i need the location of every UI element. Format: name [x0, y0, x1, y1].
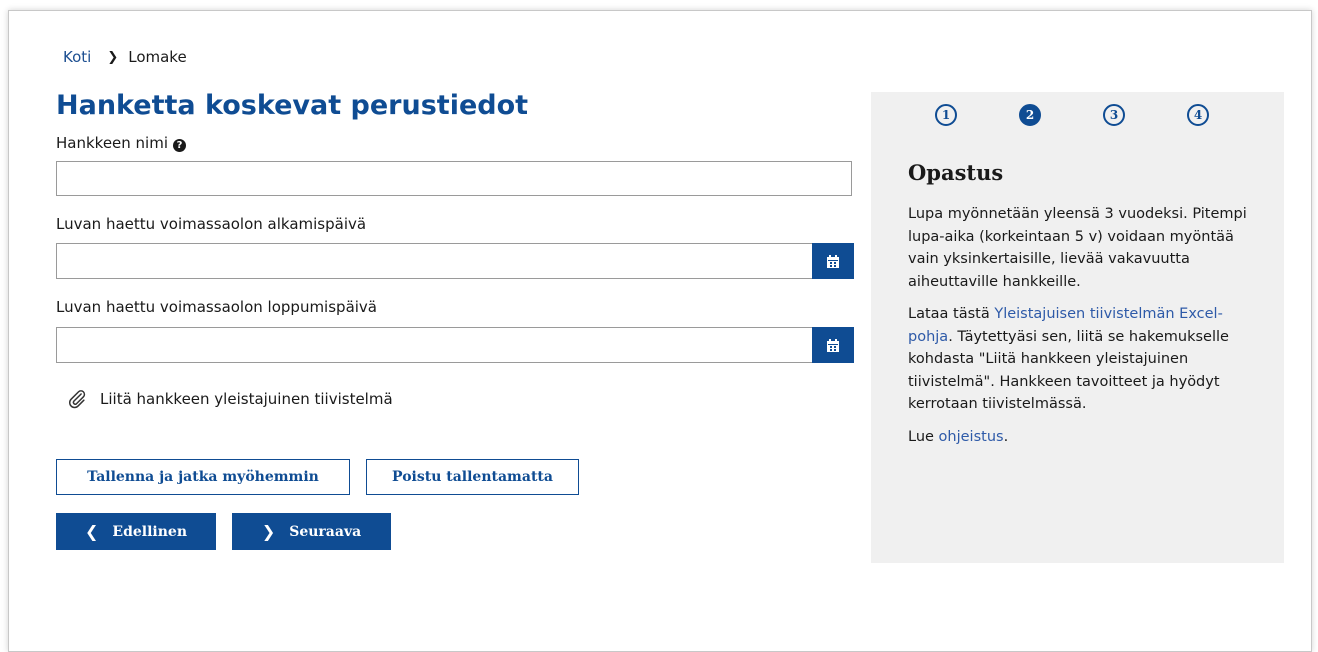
end-date-calendar-button[interactable]	[812, 327, 854, 363]
paperclip-icon	[68, 390, 86, 409]
breadcrumb-current: Lomake	[128, 48, 187, 66]
start-date-field	[56, 243, 854, 279]
end-date-label: Luvan haettu voimassaolon loppumispäivä	[56, 298, 377, 316]
breadcrumb: Koti ❯ Lomake	[63, 48, 187, 66]
start-date-input[interactable]	[56, 243, 812, 279]
step-2-current: 2	[1019, 104, 1041, 126]
step-indicator: 1 2 3 4	[935, 104, 1271, 126]
guide-body: Lupa myönnetään yleensä 3 vuodeksi. Pite…	[908, 203, 1248, 458]
attach-summary-label: Liitä hankkeen yleistajuinen tiivistelmä	[100, 390, 393, 408]
project-name-input[interactable]	[56, 161, 852, 196]
guide-paragraph-2: Lataa tästä Yleistajuisen tiivistelmän E…	[908, 303, 1248, 416]
end-date-input[interactable]	[56, 327, 812, 363]
attach-summary-link[interactable]: Liitä hankkeen yleistajuinen tiivistelmä	[66, 388, 393, 410]
guide-paragraph-3-prefix: Lue	[908, 428, 939, 445]
guide-panel: 1 2 3 4 Opastus Lupa myönnetään yleensä …	[871, 92, 1284, 563]
end-date-field	[56, 327, 854, 363]
chevron-right-icon: ❯	[261, 522, 276, 541]
guide-paragraph-2-suffix: . Täytettyäsi sen, liitä se hakemukselle…	[908, 328, 1229, 413]
start-date-calendar-button[interactable]	[812, 243, 854, 279]
guide-paragraph-2-prefix: Lataa tästä	[908, 306, 995, 322]
project-name-label-text: Hankkeen nimi	[56, 134, 169, 152]
exit-without-saving-button[interactable]: Poistu tallentamatta	[366, 459, 579, 495]
next-button-label: Seuraava	[289, 523, 362, 540]
page-title: Hanketta koskevat perustiedot	[56, 90, 529, 121]
guide-paragraph-1: Lupa myönnetään yleensä 3 vuodeksi. Pite…	[908, 206, 1247, 290]
save-continue-later-button[interactable]: Tallenna ja jatka myöhemmin	[56, 459, 350, 495]
guide-paragraph-3-suffix: .	[1003, 428, 1009, 445]
instructions-link[interactable]: ohjeistus	[939, 429, 1004, 445]
guide-paragraph-3: Lue ohjeistus.	[908, 426, 1248, 449]
start-date-label: Luvan haettu voimassaolon alkamispäivä	[56, 215, 367, 233]
step-1: 1	[935, 104, 957, 126]
breadcrumb-home-link[interactable]: Koti	[63, 48, 91, 66]
guide-title: Opastus	[908, 160, 1004, 185]
previous-button-label: Edellinen	[112, 523, 187, 540]
chevron-left-icon: ❮	[85, 522, 99, 541]
project-name-label: Hankkeen nimi?	[56, 134, 187, 152]
calendar-icon	[827, 338, 839, 352]
step-3: 3	[1103, 104, 1125, 126]
breadcrumb-chevron-icon: ❯	[107, 49, 119, 65]
previous-button[interactable]: ❮ Edellinen	[56, 513, 216, 550]
calendar-icon	[827, 254, 839, 268]
next-button[interactable]: ❯ Seuraava	[232, 513, 391, 550]
step-4: 4	[1187, 104, 1209, 126]
question-circle-icon[interactable]: ?	[173, 139, 187, 152]
